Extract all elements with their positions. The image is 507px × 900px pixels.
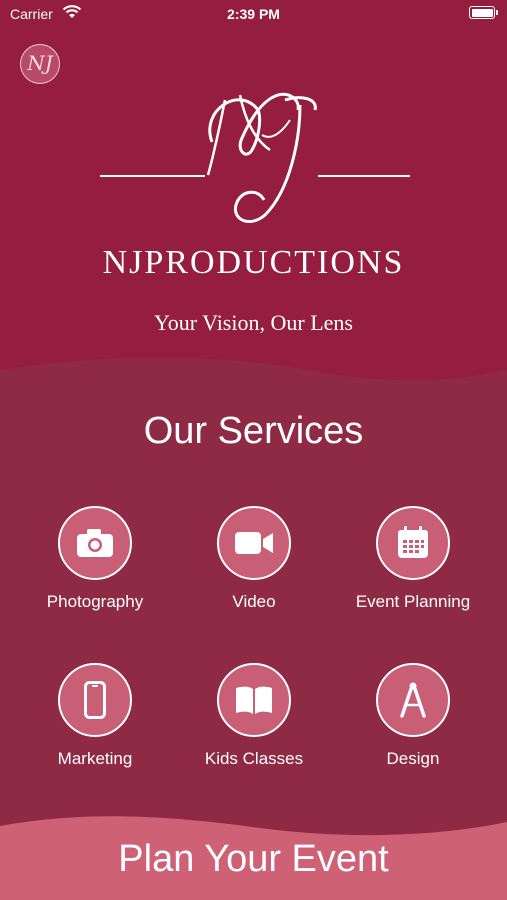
brand-name: NJPRODUCTIONS xyxy=(102,244,405,281)
video-camera-icon xyxy=(235,532,273,554)
status-bar: Carrier 2:39 PM xyxy=(0,0,507,28)
brand-tagline: Your Vision, Our Lens xyxy=(154,310,353,335)
service-label: Marketing xyxy=(57,749,133,768)
service-design[interactable]: Design xyxy=(333,663,493,769)
service-label: Event Planning xyxy=(355,592,471,611)
service-video-circle xyxy=(217,506,291,580)
service-event-planning[interactable]: Event Planning xyxy=(333,506,493,612)
service-marketing-circle xyxy=(58,663,132,737)
plan-your-event-button[interactable]: Plan Your Event xyxy=(0,838,507,881)
service-photography[interactable]: Photography xyxy=(15,506,175,612)
small-logo-button[interactable]: NJ xyxy=(20,44,60,84)
service-label: Design xyxy=(386,749,440,768)
camera-icon xyxy=(77,529,113,557)
service-marketing[interactable]: Marketing xyxy=(15,663,175,769)
services-title: Our Services xyxy=(143,410,364,452)
small-logo-monogram: NJ xyxy=(27,51,53,75)
service-video[interactable]: Video xyxy=(174,506,334,612)
smartphone-icon xyxy=(84,681,106,719)
status-time: 2:39 PM xyxy=(227,6,280,22)
service-kids-classes-circle xyxy=(217,663,291,737)
monogram-logo xyxy=(100,92,410,223)
calendar-icon xyxy=(398,526,428,558)
compass-icon xyxy=(400,682,426,718)
service-label: Photography xyxy=(46,592,144,611)
service-label: Kids Classes xyxy=(204,749,304,768)
battery-icon xyxy=(469,6,498,19)
service-label: Video xyxy=(232,592,276,611)
service-kids-classes[interactable]: Kids Classes xyxy=(174,663,334,769)
open-book-icon xyxy=(236,686,272,714)
service-design-circle xyxy=(376,663,450,737)
service-event-planning-circle xyxy=(376,506,450,580)
service-photography-circle xyxy=(58,506,132,580)
